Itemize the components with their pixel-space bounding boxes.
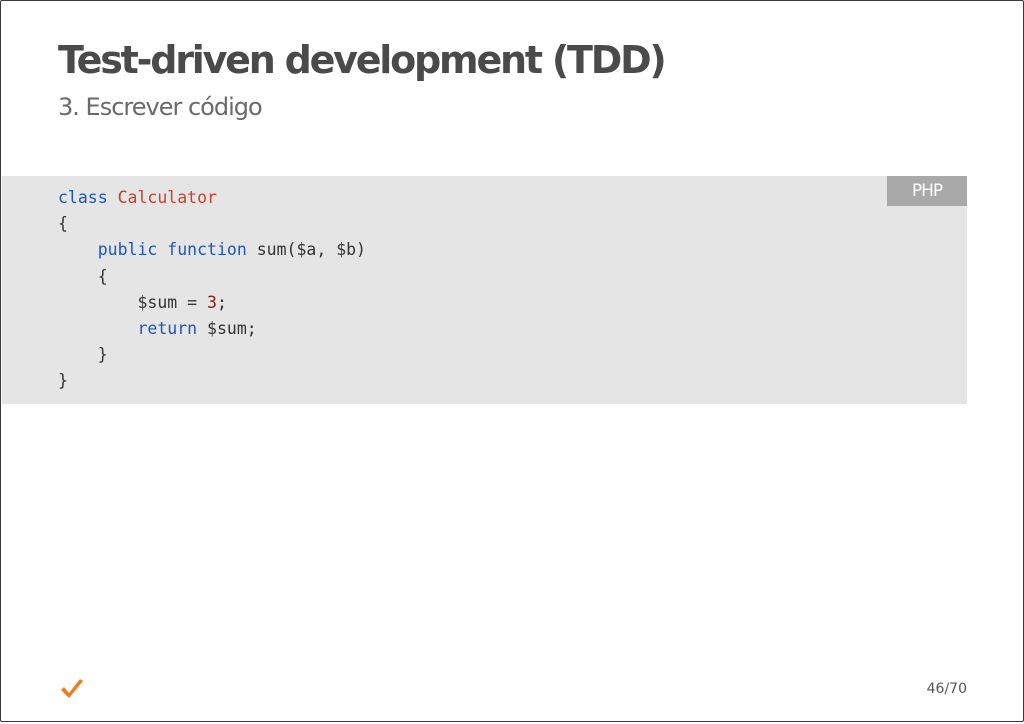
page-number: 46/70 <box>926 681 967 697</box>
code-line-6: return $sum; <box>58 319 257 339</box>
checkmark-icon <box>61 679 83 698</box>
code-text: } <box>97 345 108 365</box>
code-class-name: Calculator <box>117 188 217 207</box>
code-text: { <box>97 266 108 286</box>
code-text: $sum = <box>137 292 208 312</box>
code-line-3: public function sum($a, $b) <box>58 240 366 259</box>
code-line-5: $sum = 3; <box>58 292 227 312</box>
code-keyword: class <box>58 188 108 207</box>
slide: Test-driven development (TDD) 3. Escreve… <box>0 0 1024 722</box>
code-text: sum($a, $b) <box>256 240 366 260</box>
code-text: $sum; <box>207 319 257 339</box>
slide-subtitle: 3. Escrever código <box>58 93 263 121</box>
code-line-8: } <box>58 371 68 391</box>
language-badge: PHP <box>887 176 967 206</box>
code-line-2: { <box>58 214 68 234</box>
code-number: 3 <box>207 292 217 312</box>
slide-title: Test-driven development (TDD) <box>58 38 667 82</box>
code-keyword: function <box>167 240 247 260</box>
code-keyword: public <box>97 240 158 260</box>
code-text: ; <box>216 292 227 312</box>
code-line-7: } <box>58 345 108 364</box>
code-keyword: return <box>137 319 198 339</box>
code-listing: class Calculator { public function sum($… <box>58 185 366 395</box>
code-line-1: class Calculator <box>58 188 217 207</box>
code-line-4: { <box>58 267 108 286</box>
